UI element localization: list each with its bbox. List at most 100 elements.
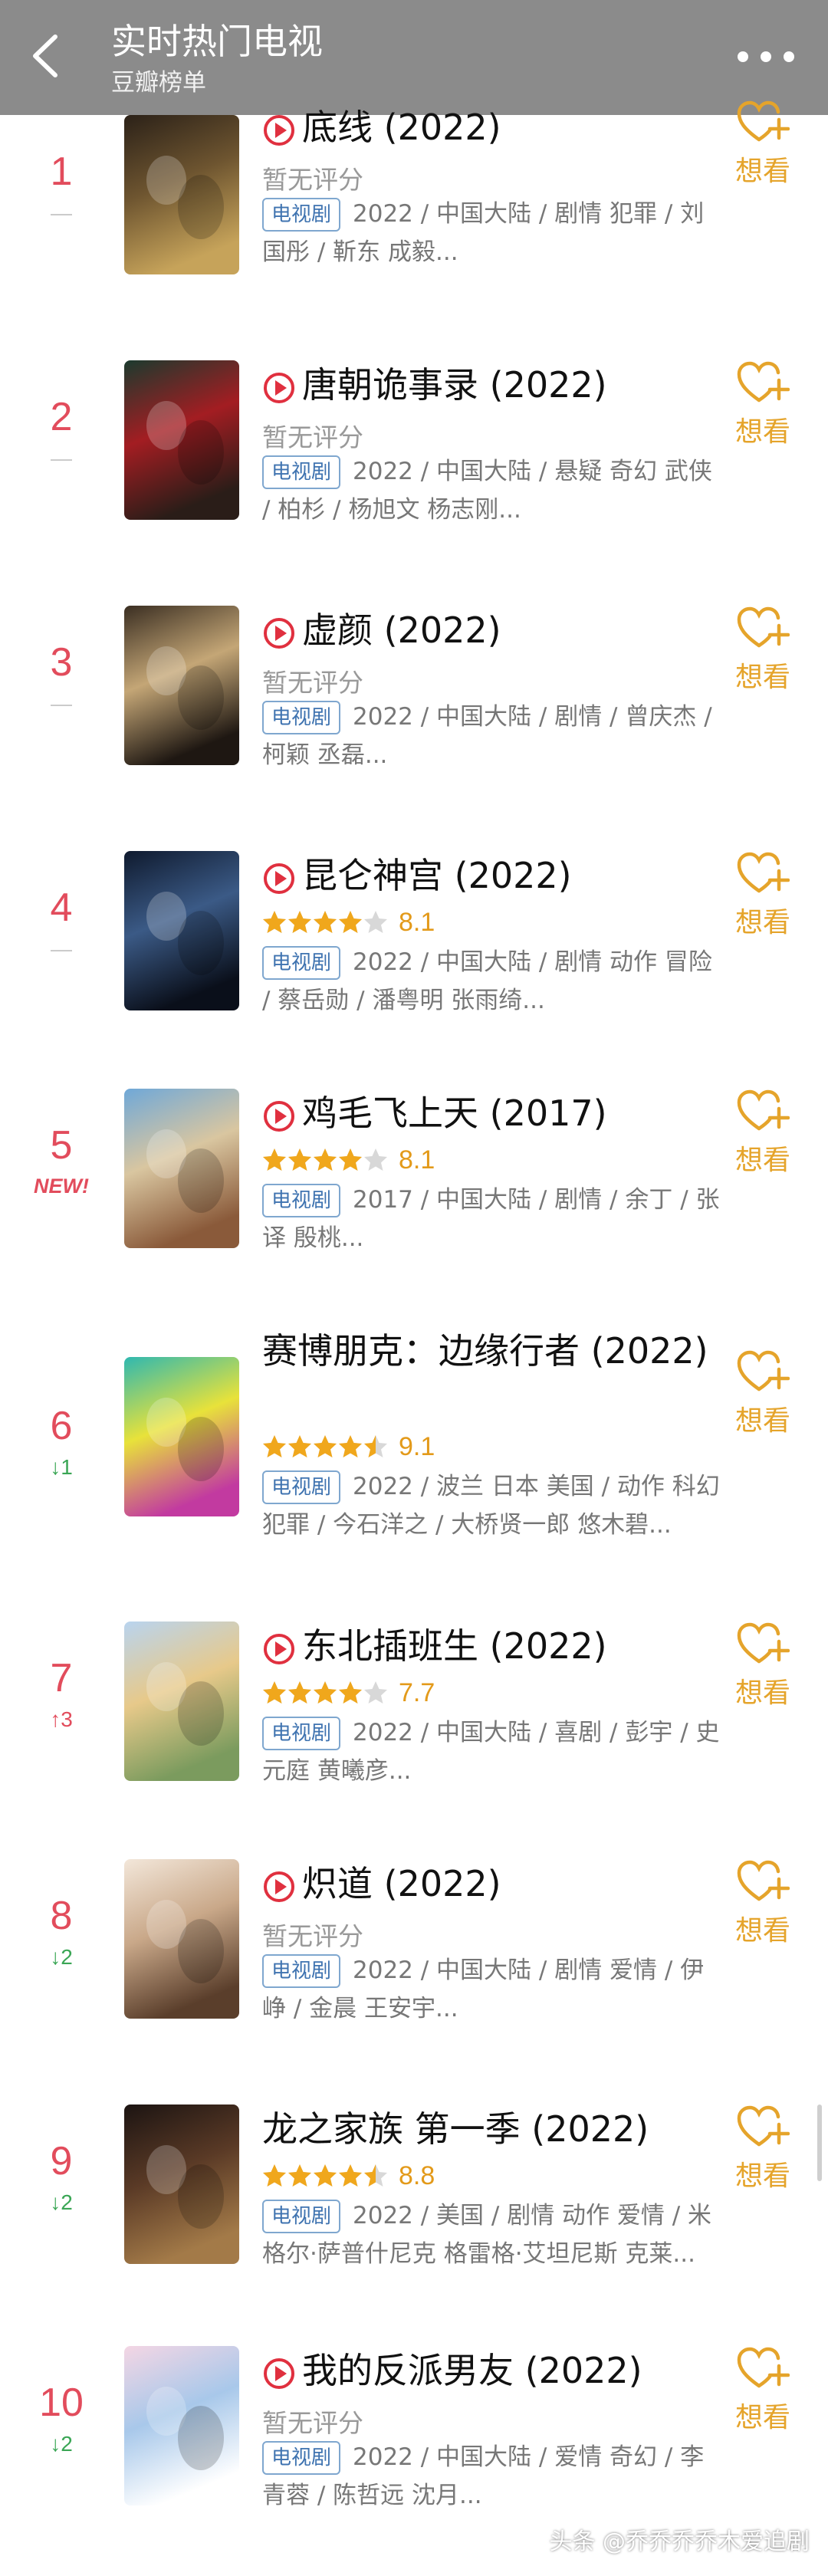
- want-to-watch-button[interactable]: 想看: [713, 606, 813, 695]
- rank-number: 6: [50, 1404, 73, 1448]
- poster-image[interactable]: [124, 1357, 239, 1516]
- heart-plus-icon[interactable]: [736, 851, 790, 895]
- want-to-watch-button[interactable]: 想看: [713, 2346, 813, 2435]
- want-to-watch-button[interactable]: 想看: [713, 1349, 813, 1438]
- poster-image[interactable]: [124, 2104, 239, 2264]
- back-arrow-icon[interactable]: [21, 29, 71, 83]
- play-icon[interactable]: [262, 862, 296, 895]
- heart-plus-icon[interactable]: [736, 1349, 790, 1394]
- heart-plus-icon[interactable]: [736, 100, 790, 144]
- item-title[interactable]: 底线 (2022): [262, 103, 738, 152]
- want-to-watch-label: 想看: [734, 156, 790, 187]
- item-title[interactable]: 东北插班生 (2022): [262, 1622, 738, 1671]
- item-info: 2022 / 中国大陆 / 剧情 动作 冒险 / 蔡岳勋 / 潘粤明 张雨绮..…: [262, 948, 712, 1014]
- more-options-icon[interactable]: [731, 37, 800, 77]
- ranking-item[interactable]: 6 ↓1 赛博朋克：边缘行者 (2022) 9.1 电视剧 2022 / 波兰 日本 美国…: [0, 1326, 828, 1556]
- poster-image[interactable]: [124, 1622, 239, 1781]
- item-title-text: 赛博朋克：边缘行者 (2022): [262, 1330, 708, 1372]
- item-title-text: 底线 (2022): [302, 107, 501, 148]
- ranking-item[interactable]: 2— 唐朝诡事录 (2022) 暂无评分 电视剧 2022 / 中国大陆 / 悬疑 奇幻…: [0, 360, 828, 590]
- ranking-item[interactable]: 3— 虚颜 (2022) 暂无评分 电视剧 2022 / 中国大陆 / 剧情 / 曾庆杰…: [0, 606, 828, 836]
- want-to-watch-button[interactable]: 想看: [713, 1089, 813, 1178]
- heart-plus-icon[interactable]: [736, 2104, 790, 2149]
- rank-number: 7: [50, 1656, 73, 1700]
- poster-image[interactable]: [124, 2346, 239, 2505]
- rating-score: 8.8: [399, 2161, 435, 2190]
- rank-number: 8: [50, 1894, 73, 1938]
- ranking-item[interactable]: 8 ↓2 炽道 (2022) 暂无评分 电视剧 2022 / 中国大陆 / 剧情 爱情 /…: [0, 1859, 828, 2089]
- rating-score: 8.1: [399, 908, 435, 937]
- rating-text: 暂无评分: [262, 166, 363, 194]
- heart-plus-icon[interactable]: [736, 1622, 790, 1666]
- poster-image[interactable]: [124, 606, 239, 765]
- ranking-item[interactable]: 9 ↓2 龙之家族 第一季 (2022) 8.8 电视剧 2022 / 美国 / 剧情 动…: [0, 2104, 828, 2334]
- heart-plus-icon[interactable]: [736, 1089, 790, 1133]
- poster-image[interactable]: [124, 1859, 239, 2019]
- rating-score: 7.7: [399, 1678, 435, 1707]
- poster-image[interactable]: [124, 115, 239, 274]
- item-info: 2022 / 波兰 日本 美国 / 动作 科幻 犯罪 / 今石洋之 / 大桥贤一…: [262, 1473, 720, 1539]
- item-title[interactable]: 唐朝诡事录 (2022): [262, 360, 738, 409]
- scrollbar[interactable]: [817, 2104, 822, 2181]
- heart-plus-icon[interactable]: [736, 1859, 790, 1904]
- heart-plus-icon[interactable]: [736, 606, 790, 650]
- ranking-item[interactable]: 5 NEW! 鸡毛飞上天 (2017) 8.1 电视剧 2017 / 中国大陆 / 剧情 …: [0, 1089, 828, 1319]
- item-title[interactable]: 虚颜 (2022): [262, 606, 738, 655]
- want-to-watch-label: 想看: [734, 2402, 790, 2433]
- want-to-watch-button[interactable]: 想看: [713, 1859, 813, 1948]
- play-icon[interactable]: [262, 113, 296, 147]
- star-rating-icon: [263, 1148, 387, 1171]
- rank-number: 9: [50, 2139, 73, 2183]
- poster-image[interactable]: [124, 851, 239, 1010]
- rank-change: ↑3: [50, 1707, 73, 1731]
- item-title[interactable]: 炽道 (2022): [262, 1859, 738, 1908]
- rank-change: ↓1: [50, 1455, 73, 1479]
- item-title-text: 唐朝诡事录 (2022): [302, 364, 607, 406]
- want-to-watch-button[interactable]: 想看: [713, 360, 813, 449]
- star-rating: [262, 2161, 393, 2192]
- item-title[interactable]: 赛博朋克：边缘行者 (2022): [262, 1326, 738, 1375]
- star-rating-icon: [263, 1435, 387, 1457]
- rating-text: 暂无评分: [262, 2409, 363, 2437]
- play-icon[interactable]: [262, 1632, 296, 1666]
- play-icon[interactable]: [262, 616, 296, 650]
- rank-change: —: [51, 692, 72, 715]
- ranking-item[interactable]: 4— 昆仑神宫 (2022) 8.1 电视剧 2022 / 中国大陆 / 剧情 动作 冒…: [0, 851, 828, 1081]
- poster-image[interactable]: [124, 360, 239, 520]
- star-rating: [262, 1432, 393, 1463]
- item-title[interactable]: 昆仑神宫 (2022): [262, 851, 738, 900]
- item-title-text: 我的反派男友 (2022): [302, 2350, 642, 2391]
- poster-image[interactable]: [124, 1089, 239, 1248]
- ranking-item[interactable]: 1— 底线 (2022) 暂无评分 电视剧 2022 / 中国大陆 / 剧情 犯罪 / …: [0, 100, 828, 345]
- rank-change: ↓2: [50, 1945, 73, 1969]
- item-title-text: 龙之家族 第一季 (2022): [262, 2108, 649, 2150]
- play-icon[interactable]: [262, 1099, 296, 1133]
- item-title[interactable]: 鸡毛飞上天 (2017): [262, 1089, 738, 1138]
- want-to-watch-button[interactable]: 想看: [713, 100, 813, 189]
- heart-plus-icon[interactable]: [736, 360, 790, 405]
- want-to-watch-button[interactable]: 想看: [713, 851, 813, 940]
- item-info: 2022 / 中国大陆 / 悬疑 奇幻 武侠 / 柏杉 / 杨旭文 杨志刚...: [262, 458, 712, 524]
- rank-change: ↓2: [50, 2190, 73, 2214]
- item-title[interactable]: 龙之家族 第一季 (2022): [262, 2104, 738, 2154]
- rank-number: 1: [50, 150, 73, 194]
- want-to-watch-label: 想看: [734, 2160, 790, 2192]
- play-icon[interactable]: [262, 1870, 296, 1904]
- want-to-watch-button[interactable]: 想看: [713, 1622, 813, 1710]
- play-icon[interactable]: [262, 2357, 296, 2390]
- rating-text: 暂无评分: [262, 669, 363, 697]
- want-to-watch-button[interactable]: 想看: [713, 2104, 813, 2193]
- item-title-text: 昆仑神宫 (2022): [302, 855, 572, 896]
- item-info: 2022 / 中国大陆 / 剧情 爱情 / 伊峥 / 金晨 王安宇...: [262, 1957, 705, 2022]
- play-icon[interactable]: [262, 371, 296, 405]
- star-rating: [262, 1145, 393, 1176]
- rank-number: 5: [50, 1123, 73, 1168]
- want-to-watch-label: 想看: [734, 1145, 790, 1176]
- item-title-text: 鸡毛飞上天 (2017): [302, 1092, 607, 1134]
- rank-number: 10: [39, 2380, 84, 2425]
- item-title[interactable]: 我的反派男友 (2022): [262, 2346, 738, 2395]
- heart-plus-icon[interactable]: [736, 2346, 790, 2390]
- item-title-text: 东北插班生 (2022): [302, 1625, 607, 1667]
- rank-number: 4: [50, 886, 73, 930]
- ranking-item[interactable]: 7 ↑3 东北插班生 (2022) 7.7 电视剧 2022 / 中国大陆 / 喜剧 / …: [0, 1622, 828, 1852]
